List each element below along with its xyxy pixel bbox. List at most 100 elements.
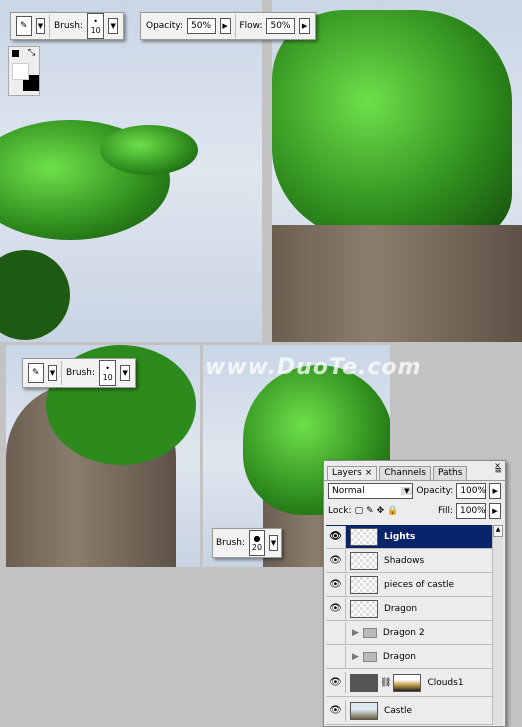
layer-row[interactable]: 👁 Castle: [326, 697, 494, 725]
brush-tool-icon[interactable]: ✎: [28, 363, 44, 383]
chevron-down-icon: ▼: [401, 487, 413, 495]
layer-row[interactable]: 👁 Lights: [326, 525, 494, 549]
eye-icon[interactable]: 👁: [326, 597, 346, 620]
divider: [234, 14, 236, 38]
opacity-label: Opacity:: [416, 486, 454, 496]
tab-channels[interactable]: Channels: [379, 466, 431, 480]
flow-slider-button[interactable]: ▶: [299, 18, 310, 34]
layers-scrollbar[interactable]: ▲: [492, 525, 503, 725]
swap-colors-icon[interactable]: ⤡: [28, 48, 35, 58]
tool-preset-dropdown[interactable]: ▼: [47, 365, 58, 381]
dragon-snout: [100, 125, 198, 175]
brush-label: Brush:: [65, 368, 95, 378]
layer-opacity-input[interactable]: 100%: [456, 483, 487, 499]
layer-row[interactable]: 👁 Shadows: [326, 549, 494, 573]
castle-tower: [272, 225, 522, 342]
brush-tool-icon[interactable]: ✎: [16, 16, 32, 36]
brush-picker[interactable]: ● 20: [249, 530, 265, 556]
layer-row[interactable]: 👁 pieces of castle: [326, 573, 494, 597]
brush-picker[interactable]: • 10: [87, 13, 105, 39]
opacity-flow-bar: Opacity: 50% ▶ Flow: 50% ▶: [140, 12, 316, 40]
lock-all-icon[interactable]: 🔒: [387, 506, 398, 516]
layer-name: Clouds1: [427, 677, 464, 688]
layer-name: Shadows: [384, 555, 425, 566]
tab-label: Paths: [437, 468, 463, 478]
layer-name: Castle: [384, 705, 413, 716]
blend-mode-select[interactable]: Normal ▼: [328, 483, 414, 499]
flow-label: Flow:: [239, 21, 263, 31]
eye-icon[interactable]: 👁: [326, 549, 346, 572]
opacity-label: Opacity:: [146, 21, 183, 31]
fill-input[interactable]: 100%: [456, 503, 486, 519]
layer-name: pieces of castle: [384, 579, 455, 590]
fill-label: Fill:: [437, 506, 453, 516]
close-panel-icon[interactable]: ×: [494, 461, 501, 470]
layer-thumbnail: [350, 551, 378, 570]
opacity-input[interactable]: 50%: [187, 18, 216, 34]
brush-dropdown[interactable]: ▼: [108, 18, 118, 34]
expand-triangle-icon[interactable]: ▶: [352, 628, 359, 638]
brush-options-bar: ✎ ▼ Brush: • 10 ▼: [10, 12, 124, 40]
brush-label: Brush:: [216, 538, 246, 548]
eye-icon[interactable]: 👁: [326, 573, 346, 596]
opacity-slider-button[interactable]: ▶: [219, 18, 231, 34]
lock-transparency-icon[interactable]: ▢: [355, 506, 364, 516]
layer-thumbnail: [350, 673, 378, 692]
brush-picker[interactable]: • 10: [99, 360, 117, 386]
tab-label: Layers: [332, 468, 362, 478]
layers-panel: × Layers × Channels Paths ≡ Normal ▼ Opaci…: [323, 460, 506, 727]
blend-row: Normal ▼ Opacity: 100% ▶: [324, 481, 505, 501]
divider: [61, 361, 62, 385]
flow-input[interactable]: 50%: [266, 18, 296, 34]
default-colors-icon[interactable]: [12, 50, 19, 57]
layer-group-row[interactable]: ▶ Dragon 2: [326, 621, 494, 645]
layer-thumbnail: [350, 701, 378, 720]
brush-size: 10: [102, 373, 113, 382]
layer-thumbnail: [350, 575, 378, 594]
layer-name: Dragon: [384, 603, 418, 614]
dragon-wing: [272, 10, 512, 240]
folder-icon: [362, 627, 377, 638]
brush-options-bar-2: ✎ ▼ Brush: • 10 ▼: [22, 358, 136, 388]
brush-options-bar-3: Brush: ● 20 ▼: [212, 528, 282, 558]
panel-tabs: Layers × Channels Paths ≡: [324, 461, 505, 481]
tab-layers[interactable]: Layers ×: [327, 466, 378, 480]
fill-slider-button[interactable]: ▶: [489, 503, 501, 519]
layer-name: Dragon: [382, 651, 416, 662]
lock-row: Lock: ▢ ✎ ✥ 🔒 Fill: 100% ▶: [324, 501, 505, 521]
tool-preset-dropdown[interactable]: ▼: [35, 18, 46, 34]
layer-row[interactable]: 👁 ⛓ Clouds1: [326, 669, 494, 697]
scroll-up-button[interactable]: ▲: [493, 525, 503, 537]
layer-thumbnail: [350, 599, 378, 618]
brush-dropdown[interactable]: ▼: [120, 365, 130, 381]
layers-list: 👁 Lights 👁 Shadows 👁 pieces of castle 👁 Drag…: [326, 525, 494, 725]
divider: [49, 14, 50, 38]
lock-move-icon[interactable]: ✥: [377, 506, 385, 516]
tab-label: Channels: [384, 468, 426, 478]
eye-icon[interactable]: 👁: [326, 525, 346, 548]
blend-mode-value: Normal: [332, 486, 365, 496]
layer-name: Dragon 2: [382, 627, 425, 638]
link-icon: ⛓: [380, 677, 392, 688]
close-tab-icon[interactable]: ×: [365, 468, 373, 479]
visibility-toggle[interactable]: [326, 645, 346, 668]
lock-label: Lock:: [328, 506, 352, 516]
folder-icon: [362, 651, 377, 662]
eye-icon[interactable]: 👁: [326, 699, 346, 722]
opacity-slider-button[interactable]: ▶: [489, 483, 501, 499]
foreground-color[interactable]: [12, 63, 29, 80]
expand-triangle-icon[interactable]: ▶: [352, 652, 359, 662]
eye-icon[interactable]: 👁: [326, 671, 346, 694]
layer-thumbnail: [350, 527, 378, 546]
lock-paint-icon[interactable]: ✎: [366, 506, 374, 516]
canvas-top-right: [272, 0, 522, 342]
layer-mask-thumbnail: [393, 673, 422, 692]
layer-row[interactable]: 👁 Dragon: [326, 597, 494, 621]
visibility-toggle[interactable]: [326, 621, 346, 644]
brush-size: 20: [251, 543, 263, 552]
brush-dropdown[interactable]: ▼: [269, 535, 278, 551]
brush-size: 10: [90, 26, 101, 35]
tab-paths[interactable]: Paths: [432, 466, 468, 480]
layer-group-row[interactable]: ▶ Dragon: [326, 645, 494, 669]
layer-name: Lights: [384, 531, 416, 542]
